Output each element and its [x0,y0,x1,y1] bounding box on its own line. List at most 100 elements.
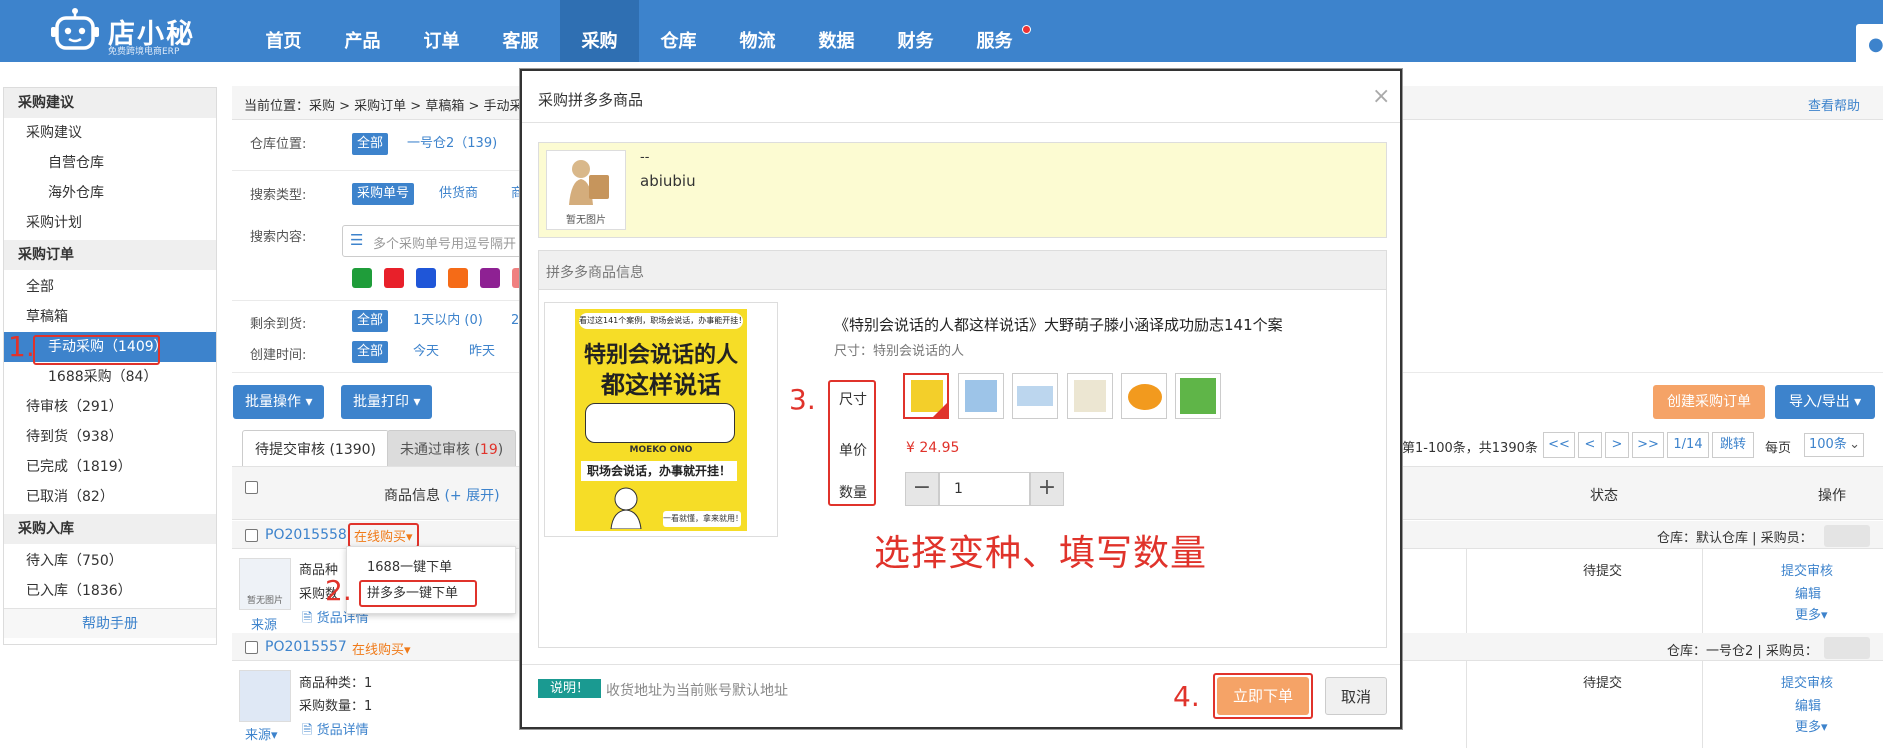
warehouse-filter-all[interactable]: 全部 [352,133,389,155]
help-manual-link[interactable]: 帮助手册 [4,608,216,638]
sidebar-item-cancelled[interactable]: 已取消（82） [4,482,216,512]
quantity-increase-button[interactable]: + [1030,472,1064,506]
created-filter-yesterday[interactable]: 昨天 [464,341,500,363]
page-prev-button[interactable]: < [1578,432,1602,458]
batch-print-button[interactable]: 批量打印 ▾ [341,385,433,419]
online-buy-dropdown[interactable]: 在线购买▾ [348,523,419,548]
more-link[interactable]: 更多▾ [1795,604,1828,623]
page-last-button[interactable]: >> [1632,432,1664,458]
no-image-thumbnail: 暂无图片 [546,150,626,230]
sidebar-item-purchase-plan[interactable]: 采购计划 [4,208,216,238]
sidebar-item-1688-purchase[interactable]: 1688采购（84） [4,362,216,392]
variant-option-2[interactable] [958,373,1004,419]
nav-orders[interactable]: 订单 [402,0,481,62]
nav-customer-service[interactable]: 客服 [481,0,560,62]
page-jump-button[interactable]: 跳转 [1712,432,1754,458]
online-buy-dropdown[interactable]: 在线购买▾ [352,639,411,658]
color-tag-orange[interactable] [448,268,468,288]
sidebar-item-inbounded[interactable]: 已入库（1836） [4,576,216,606]
created-filter-all[interactable]: 全部 [352,341,389,363]
variant-option-6[interactable] [1175,373,1221,419]
place-order-button[interactable]: 立即下单 [1217,677,1309,715]
color-tag-green[interactable] [352,268,372,288]
page-indicator[interactable]: 1/14 [1667,432,1709,458]
variant-swatch [1180,378,1216,414]
nav-data[interactable]: 数据 [797,0,876,62]
tab-pending-submit[interactable]: 待提交审核 (1390) [242,430,390,468]
page-first-button[interactable]: << [1543,432,1575,458]
order-checkbox[interactable] [245,641,258,654]
nav-purchase[interactable]: 采购 [560,0,639,62]
search-input[interactable]: ☰ 多个采购单号用逗号隔开 [342,225,542,257]
submit-review-link[interactable]: 提交审核 [1781,672,1833,691]
quantity-decrease-button[interactable]: − [905,472,939,506]
nav-logistics[interactable]: 物流 [718,0,797,62]
sidebar-item-pending-arrival[interactable]: 待到货（938） [4,422,216,452]
more-label: 更多 [1795,608,1822,623]
quantity-input[interactable]: 1 [939,472,1030,506]
import-export-button[interactable]: 导入/导出 ▾ [1775,385,1876,419]
page-next-button[interactable]: > [1605,432,1629,458]
menu-item-pinduoduo[interactable]: 拼多多一键下单 [359,580,477,607]
book-author: MOEKO ONO [629,445,693,455]
caret-down-icon: ▾ [305,394,313,410]
edit-link[interactable]: 编辑 [1795,695,1821,714]
help-link[interactable]: 查看帮助 [1808,95,1860,114]
color-tag-red[interactable] [384,268,404,288]
step-1-annotation: 1. [8,330,35,363]
sidebar-item-pending-inbound[interactable]: 待入库（750） [4,546,216,576]
sidebar-item-drafts[interactable]: 草稿箱 [4,302,216,332]
sidebar-item-pending-review[interactable]: 待审核（291） [4,392,216,422]
column-divider [1702,549,1703,633]
color-tag-blue[interactable] [416,268,436,288]
document-icon: 🗎 [302,723,313,738]
variant-option-1[interactable] [903,373,949,419]
create-purchase-order-button[interactable]: 创建采购订单 [1653,385,1765,419]
order-id-link[interactable]: PO2015557 [265,639,347,655]
per-page-select[interactable]: 100条 ⌄ [1804,433,1864,457]
menu-item-1688[interactable]: 1688一键下单 [367,556,452,575]
user-icon[interactable]: ● [1868,34,1883,55]
order-checkbox[interactable] [245,529,258,542]
source-link[interactable]: 来源 [251,614,277,633]
warehouse-filter-option[interactable]: 一号仓2（139) [402,133,502,155]
sidebar-item-overseas-warehouse[interactable]: 海外仓库 [4,178,216,208]
submit-review-link[interactable]: 提交审核 [1781,560,1833,579]
close-icon[interactable]: × [1372,84,1390,109]
column-divider [1702,661,1703,748]
sidebar-item-completed[interactable]: 已完成（1819） [4,452,216,482]
cancel-button[interactable]: 取消 [1325,677,1387,715]
expand-all-link[interactable]: (+ 展开) [444,488,499,504]
goods-detail-link[interactable]: 🗎 货品详情 [302,719,369,743]
sidebar-item-purchase-suggestion[interactable]: 采购建议 [4,118,216,148]
modal-title: 采购拼多多商品 [538,91,644,109]
one-click-order-menu: 1688一键下单 拼多多一键下单 [346,546,516,614]
sidebar-item-own-warehouse[interactable]: 自营仓库 [4,148,216,178]
edit-link[interactable]: 编辑 [1795,583,1821,602]
batch-print-label: 批量打印 [353,394,409,410]
search-type-po-number[interactable]: 采购单号 [352,183,415,205]
variant-option-3[interactable] [1012,373,1058,419]
batch-operation-button[interactable]: 批量操作 ▾ [233,385,325,419]
remaining-filter-1day[interactable]: 1天以内 (0) [408,310,488,332]
variant-swatch [965,380,997,412]
nav-warehouse[interactable]: 仓库 [639,0,718,62]
remaining-filter-all[interactable]: 全部 [352,310,389,332]
select-all-checkbox[interactable] [245,481,258,494]
source-link[interactable]: 来源▾ [245,724,278,743]
created-filter-today[interactable]: 今天 [408,341,444,363]
source-label: 来源 [245,728,272,743]
variant-option-4[interactable] [1067,373,1113,419]
sidebar-item-all[interactable]: 全部 [4,272,216,302]
nav-products[interactable]: 产品 [323,0,402,62]
sidebar-header-purchase-suggestion: 采购建议 [4,88,216,118]
nav-home[interactable]: 首页 [244,0,323,62]
order-id-link[interactable]: PO2015558 [265,527,347,543]
search-type-supplier[interactable]: 供货商 [434,183,483,205]
more-link[interactable]: 更多▾ [1795,716,1828,735]
tab-rejected[interactable]: 未通过审核 (19) [387,430,517,468]
nav-finance[interactable]: 财务 [876,0,955,62]
sidebar: 采购建议 采购建议 自营仓库 海外仓库 采购计划 采购订单 全部 草稿箱 手动采… [3,87,217,645]
color-tag-purple[interactable] [480,268,500,288]
variant-option-5[interactable] [1121,373,1167,419]
